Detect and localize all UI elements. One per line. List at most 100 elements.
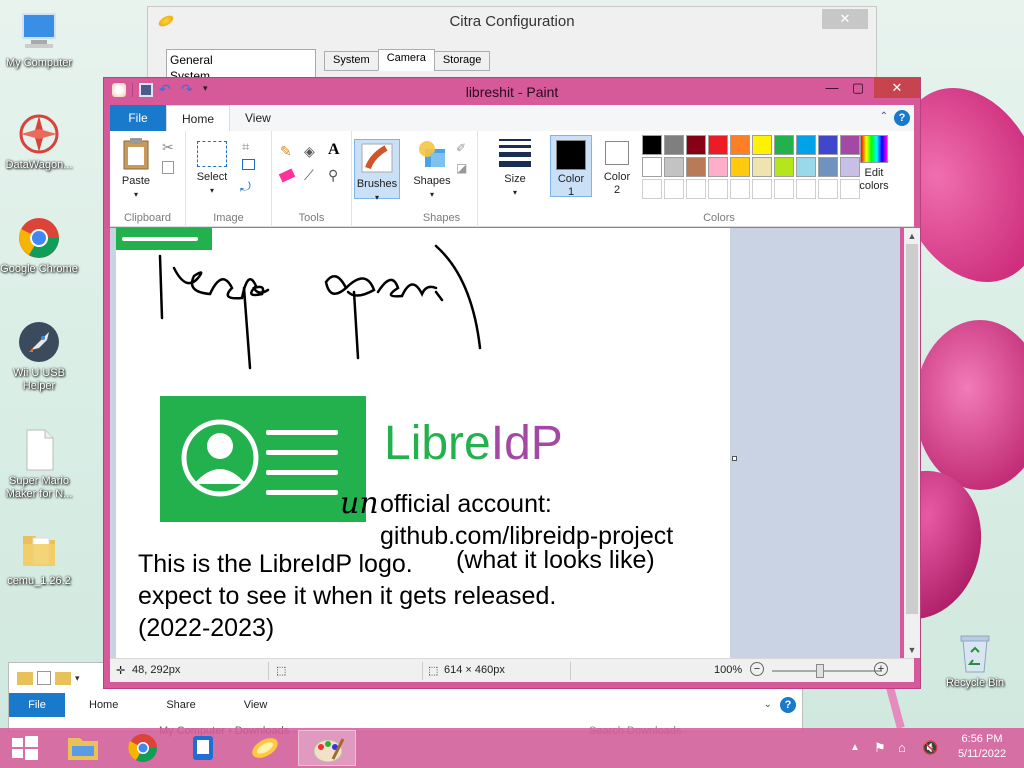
custom-color-slot[interactable]: [752, 179, 772, 199]
start-button[interactable]: [0, 730, 50, 766]
palette-color[interactable]: [796, 157, 816, 177]
palette-color[interactable]: [664, 135, 684, 155]
citra-tab-storage[interactable]: Storage: [433, 51, 491, 71]
desktop-icon-cemu[interactable]: cemu_1.26.2: [0, 528, 78, 588]
eraser-icon[interactable]: [278, 168, 296, 183]
vertical-scrollbar[interactable]: ▲ ▼: [904, 228, 920, 658]
collapse-ribbon-icon[interactable]: ⌃: [880, 111, 888, 122]
outline-icon[interactable]: ✐: [456, 141, 472, 157]
crop-icon[interactable]: ⌗: [242, 139, 258, 155]
text-icon[interactable]: A: [328, 141, 344, 158]
resize-icon[interactable]: [242, 159, 255, 170]
canvas-resize-handle[interactable]: [732, 456, 737, 461]
taskbar-wiiu-helper[interactable]: [174, 730, 232, 766]
canvas-area[interactable]: LibreIdP un official account: github.com…: [110, 228, 900, 658]
palette-color[interactable]: [730, 157, 750, 177]
palette-color[interactable]: [752, 157, 772, 177]
citra-tab-system[interactable]: System: [324, 51, 379, 71]
chevron-down-icon[interactable]: ▾: [75, 673, 80, 684]
explorer-tab-share[interactable]: Share: [142, 699, 219, 711]
custom-color-slot[interactable]: [686, 179, 706, 199]
taskbar-chrome[interactable]: [114, 730, 172, 766]
palette-color[interactable]: [774, 135, 794, 155]
palette-color[interactable]: [730, 135, 750, 155]
explorer-tab-file[interactable]: File: [9, 693, 65, 717]
scroll-up-icon[interactable]: ▲: [904, 228, 920, 244]
scrollbar-thumb[interactable]: [906, 244, 918, 614]
fill-shape-icon[interactable]: ◪: [456, 161, 472, 177]
palette-color[interactable]: [796, 135, 816, 155]
palette-color[interactable]: [664, 157, 684, 177]
citra-tab-camera[interactable]: Camera: [377, 49, 435, 71]
palette-color[interactable]: [708, 135, 728, 155]
new-folder-icon[interactable]: [55, 671, 71, 685]
custom-color-slot[interactable]: [774, 179, 794, 199]
desktop-icon-recycle-bin[interactable]: Recycle Bin: [936, 630, 1014, 690]
size-button[interactable]: Size ▾: [496, 139, 534, 199]
paste-button[interactable]: Paste ▾: [116, 137, 156, 201]
custom-color-slot[interactable]: [730, 179, 750, 199]
zoom-slider[interactable]: [772, 670, 882, 672]
help-icon[interactable]: ?: [780, 697, 796, 713]
close-button[interactable]: ✕: [874, 78, 920, 98]
custom-color-slot[interactable]: [796, 179, 816, 199]
palette-color[interactable]: [642, 135, 662, 155]
taskbar-paint[interactable]: [298, 730, 356, 766]
network-icon[interactable]: ⌂: [898, 740, 906, 755]
explorer-tab-view[interactable]: View: [220, 699, 292, 711]
palette-color[interactable]: [686, 135, 706, 155]
taskbar-file-explorer[interactable]: [54, 730, 112, 766]
properties-icon[interactable]: [37, 671, 51, 685]
rotate-icon[interactable]: ⤾: [240, 179, 256, 195]
copy-icon[interactable]: [162, 161, 174, 174]
shapes-button[interactable]: Shapes ▾: [412, 139, 452, 201]
taskbar-citra[interactable]: [236, 730, 294, 766]
help-icon[interactable]: ?: [894, 110, 910, 126]
color-picker-icon[interactable]: ⟋: [304, 167, 320, 183]
action-center-icon[interactable]: ⚑: [874, 740, 886, 756]
maximize-button[interactable]: ▢: [845, 78, 871, 98]
paint-tab-home[interactable]: Home: [166, 105, 231, 131]
custom-color-slot[interactable]: [642, 179, 662, 199]
desktop-icon-my-computer[interactable]: My Computer: [0, 10, 78, 70]
select-button[interactable]: Select ▾: [194, 141, 230, 197]
zoom-in-button[interactable]: +: [874, 662, 888, 676]
custom-color-slot[interactable]: [818, 179, 838, 199]
chevron-down-icon[interactable]: ⌄: [764, 699, 772, 710]
fill-icon[interactable]: ◈: [304, 143, 320, 159]
edit-colors-button[interactable]: Edit colors: [854, 135, 894, 193]
clock[interactable]: 6:56 PM 5/11/2022: [952, 732, 1012, 762]
minimize-button[interactable]: —: [819, 78, 845, 98]
custom-color-slot[interactable]: [708, 179, 728, 199]
palette-color[interactable]: [642, 157, 662, 177]
desktop-icon-mario-maker[interactable]: Super Mario Maker for N...: [0, 428, 78, 501]
paint-tab-file[interactable]: File: [110, 105, 166, 131]
color2-button[interactable]: Color 2: [596, 135, 638, 197]
citra-close-button[interactable]: ✕: [822, 9, 868, 29]
palette-color[interactable]: [818, 157, 838, 177]
explorer-tab-home[interactable]: Home: [65, 699, 142, 711]
desktop-icon-chrome[interactable]: Google Chrome: [0, 216, 78, 276]
zoom-out-button[interactable]: −: [750, 662, 764, 676]
tray-show-hidden-icon[interactable]: ▲: [850, 728, 860, 768]
cut-icon[interactable]: ✂: [162, 139, 178, 155]
color1-button[interactable]: Color 1: [550, 135, 592, 198]
magnifier-icon[interactable]: ⚲: [328, 167, 344, 183]
custom-color-slot[interactable]: [664, 179, 684, 199]
desktop-icon-wiiu-usb-helper[interactable]: Wii U USB Helper: [0, 320, 78, 393]
palette-color[interactable]: [774, 157, 794, 177]
desktop-icon-datawagon[interactable]: DataWagon...: [0, 112, 78, 172]
volume-muted-icon[interactable]: 🔇: [922, 740, 938, 756]
brushes-button[interactable]: Brushes ▾: [354, 139, 400, 202]
palette-color[interactable]: [818, 135, 838, 155]
scroll-down-icon[interactable]: ▼: [904, 642, 920, 658]
brushes-label: Brushes: [356, 178, 398, 190]
citra-category-general[interactable]: General: [170, 52, 312, 68]
paint-canvas[interactable]: LibreIdP un official account: github.com…: [116, 228, 730, 658]
zoom-slider-thumb[interactable]: [816, 664, 824, 678]
pencil-icon[interactable]: ✎: [280, 143, 296, 159]
palette-color[interactable]: [708, 157, 728, 177]
palette-color[interactable]: [752, 135, 772, 155]
paint-tab-view[interactable]: View: [230, 105, 286, 131]
palette-color[interactable]: [686, 157, 706, 177]
